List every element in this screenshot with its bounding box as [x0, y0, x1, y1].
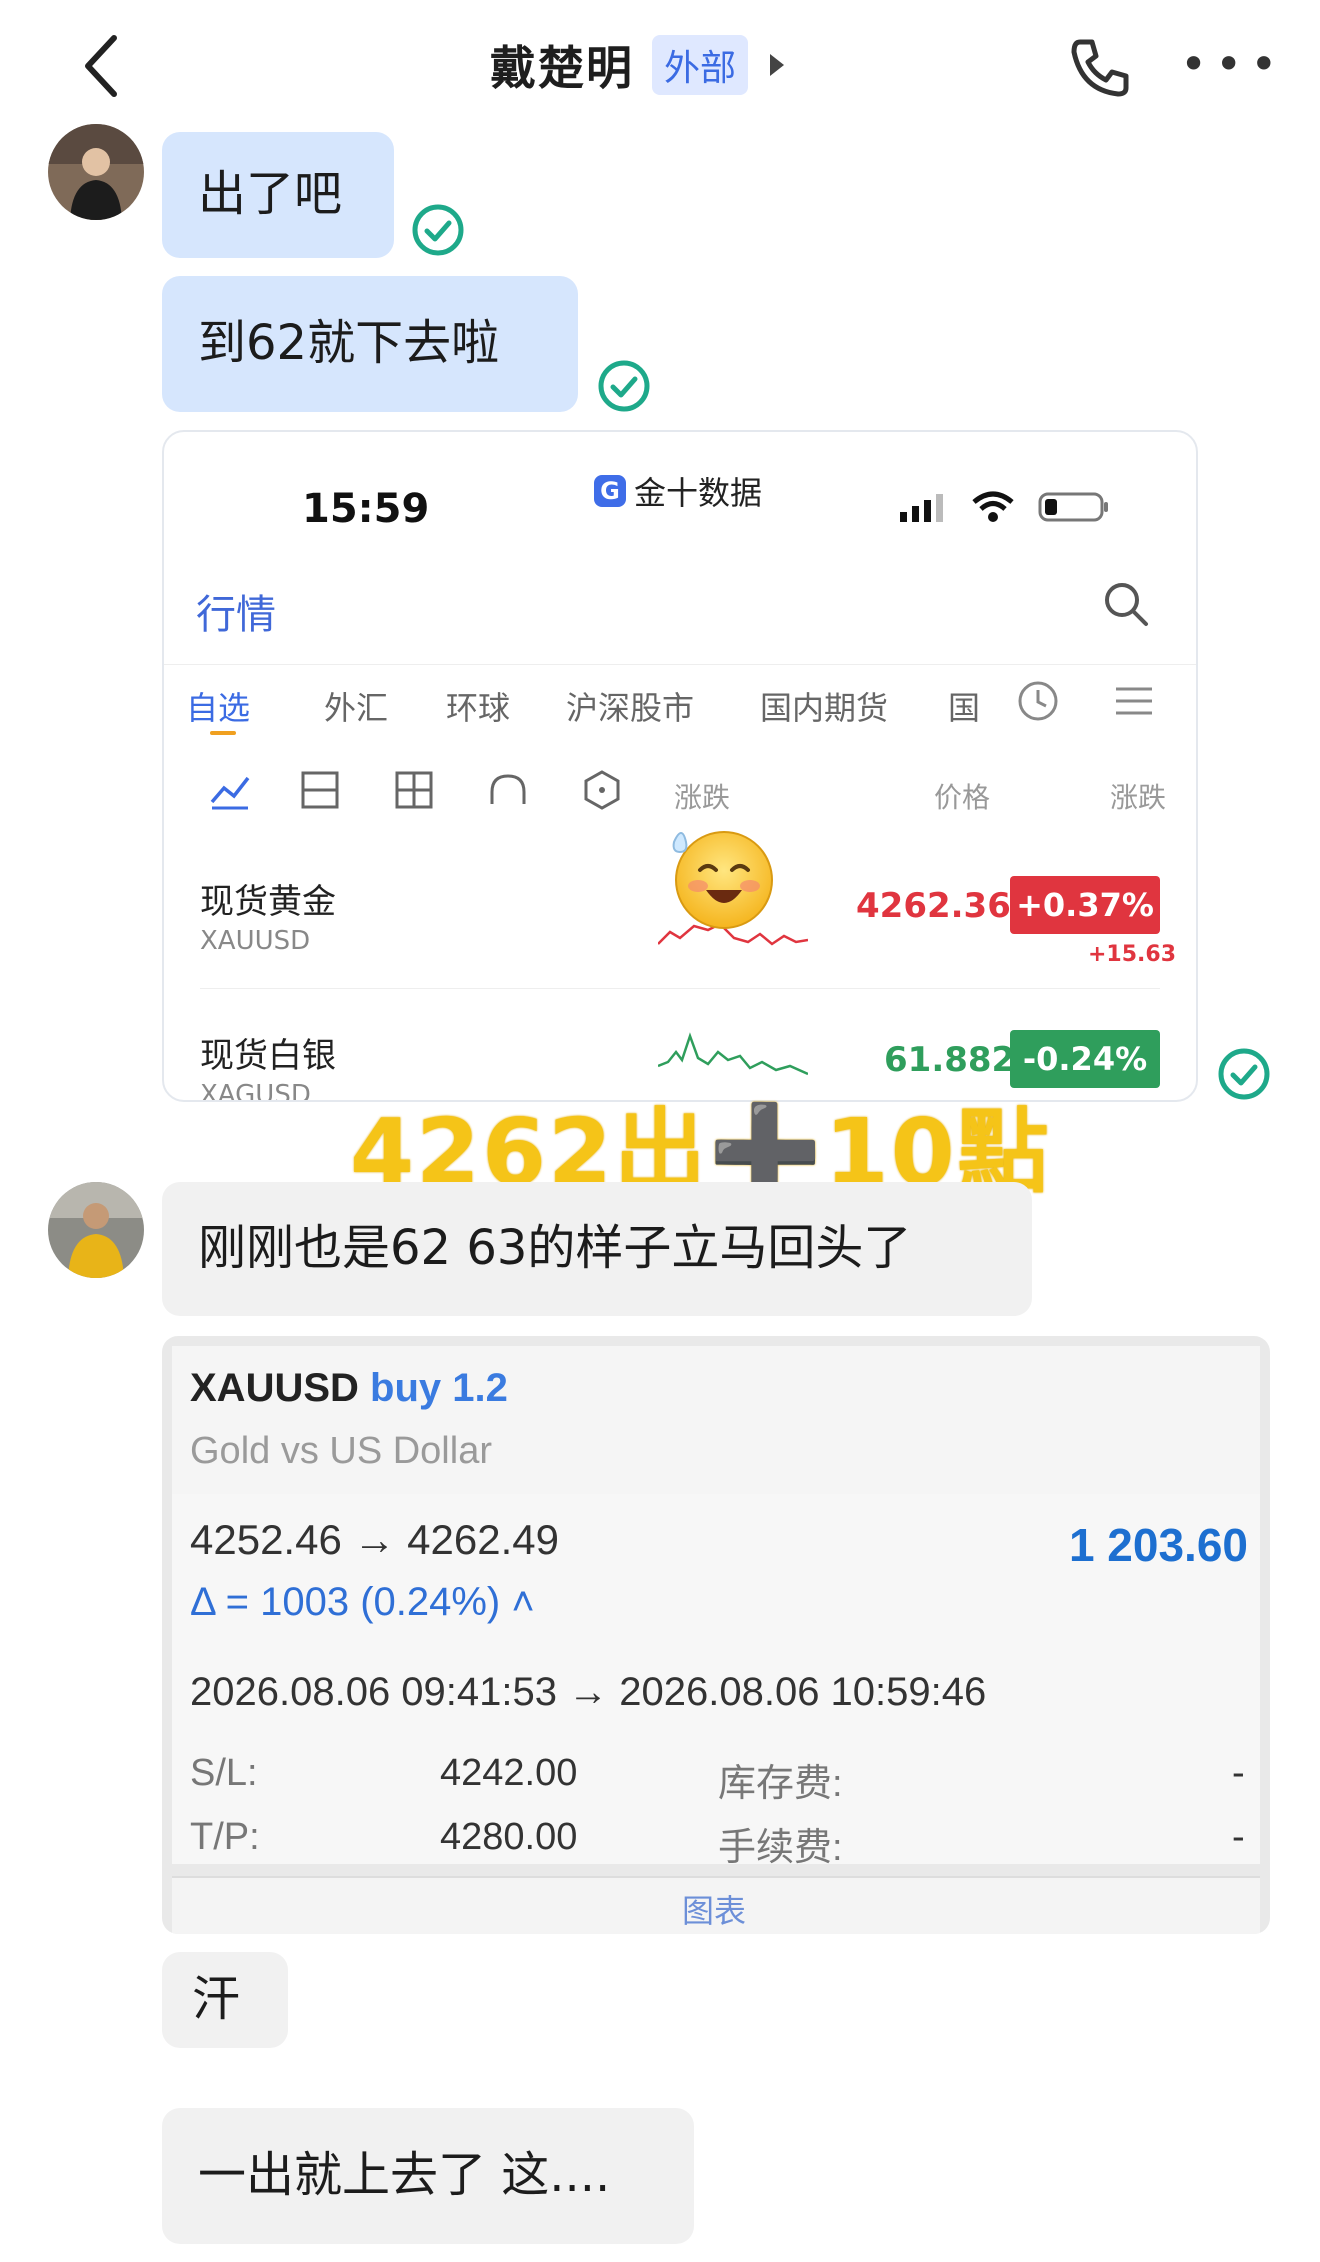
status-time: 15:59 — [302, 486, 430, 532]
column-header-change-pct: 涨跌 — [1110, 781, 1167, 814]
trade-side: buy 1.2 — [370, 1366, 508, 1410]
message-bubble[interactable]: 出了吧 — [162, 132, 394, 258]
check-circle-icon — [412, 204, 464, 256]
read-receipt — [596, 358, 652, 414]
change-amount: +15.63 — [1088, 942, 1177, 967]
chevron-left-icon — [85, 35, 117, 97]
read-receipt — [410, 202, 466, 258]
message-text: 刚刚也是62 63的样子立马回头了 — [198, 1220, 912, 1277]
line-chart-icon[interactable] — [208, 768, 252, 812]
tab-more-markets[interactable]: 国 — [948, 683, 980, 729]
tab-forex[interactable]: 外汇 — [324, 683, 388, 729]
quote-name: 现货黄金 — [200, 882, 336, 922]
trade-profit: 1 203.60 — [1068, 1519, 1248, 1571]
tab-global[interactable]: 环球 — [446, 683, 510, 729]
quote-name: 现货白银 — [200, 1036, 336, 1076]
caret-right-icon — [770, 54, 785, 76]
message-bubble[interactable]: 刚刚也是62 63的样子立马回头了 — [162, 1182, 1032, 1316]
row-divider — [200, 988, 1160, 989]
app-logo-icon: G — [594, 475, 626, 507]
message-text: 到62就下去啦 — [198, 315, 500, 372]
message-text: 汗 — [192, 1971, 241, 2028]
message-bubble[interactable]: 汗 — [162, 1952, 288, 2048]
message-bubble[interactable]: 一出就上去了 这.... — [162, 2108, 694, 2244]
image-message-trade-screenshot[interactable]: XAUUSD buy 1.2 Gold vs US Dollar 4252.46… — [162, 1336, 1270, 1934]
tab-favorites[interactable]: 自选 — [186, 683, 250, 735]
wifi-icon — [972, 491, 1014, 522]
trade-symbol-line: XAUUSD buy 1.2 — [190, 1366, 508, 1411]
headset-icon[interactable] — [486, 768, 530, 812]
message-bubble[interactable]: 到62就下去啦 — [162, 276, 578, 412]
chart-link[interactable]: 图表 — [682, 1886, 746, 1932]
message-text: 一出就上去了 这.... — [198, 2147, 611, 2204]
person-avatar-icon — [48, 124, 144, 220]
check-circle-icon — [1218, 1048, 1270, 1100]
sl-value: 4242.00 — [440, 1752, 578, 1794]
check-circle-icon — [598, 360, 650, 412]
grid-view-icon[interactable] — [392, 768, 436, 812]
trade-prices: 4252.46 → 4262.49 — [190, 1516, 559, 1563]
menu-icon[interactable] — [1114, 683, 1154, 719]
status-icons — [898, 490, 1110, 524]
tab-a-shares[interactable]: 沪深股市 — [566, 683, 694, 729]
trade-footer: 图表 — [172, 1876, 1260, 1934]
column-header-price: 价格 — [934, 781, 991, 814]
person-avatar-icon — [48, 1182, 144, 1278]
more-dots-icon: ••• — [1180, 37, 1286, 91]
read-receipt — [1216, 1046, 1272, 1102]
tp-label: T/P: — [190, 1816, 260, 1858]
battery-icon — [1038, 492, 1108, 522]
message-text: 出了吧 — [198, 166, 343, 223]
chat-title: 戴楚明 — [490, 41, 634, 95]
trade-details: 4252.46 → 4262.49 1 203.60 Δ = 1003 (0.2… — [172, 1494, 1260, 1869]
status-app-label: G 金十数据 — [594, 468, 762, 514]
column-header-change: 涨跌 — [674, 781, 731, 814]
market-tabs: 自选 外汇 环球 沪深股市 国内期货 国 — [164, 664, 1196, 744]
status-app-name: 金十数据 — [634, 474, 763, 512]
image-message-quote-screenshot[interactable]: 15:59 G 金十数据 行情 自选 外汇 环球 沪深股市 国内期货 国 涨跌 … — [162, 430, 1198, 1102]
swap-label: 库存费: — [718, 1763, 843, 1805]
quote-code: XAGUSD — [200, 1080, 311, 1102]
trade-times: 2026.08.06 09:41:53 → 2026.08.06 10:59:4… — [190, 1670, 987, 1714]
more-button[interactable]: ••• — [1180, 34, 1280, 94]
hexagon-icon[interactable] — [580, 768, 624, 812]
external-tag: 外部 — [652, 35, 749, 95]
clock-icon[interactable] — [1016, 679, 1060, 723]
phone-icon — [1071, 39, 1129, 97]
sl-label: S/L: — [190, 1752, 258, 1794]
change-badge: +0.37% — [1010, 876, 1160, 934]
fee-value: - — [1232, 1816, 1245, 1858]
chat-header: 戴楚明 外部 ••• — [0, 0, 1320, 130]
trade-header: XAUUSD buy 1.2 Gold vs US Dollar — [172, 1346, 1260, 1494]
chat-title-group[interactable]: 戴楚明 外部 — [490, 30, 788, 100]
phone-button[interactable] — [1060, 32, 1140, 102]
search-icon[interactable] — [1102, 580, 1150, 628]
trade-description: Gold vs US Dollar — [190, 1430, 492, 1472]
signal-icon — [900, 494, 943, 522]
swap-value: - — [1232, 1752, 1245, 1794]
back-button[interactable] — [70, 28, 140, 104]
quote-price: 61.882 — [884, 1040, 1016, 1080]
section-title: 行情 — [196, 592, 276, 638]
tp-value: 4280.00 — [440, 1816, 578, 1858]
fee-label: 手续费: — [718, 1827, 843, 1869]
trade-symbol: XAUUSD — [190, 1366, 359, 1410]
sweat-smile-emoji-icon — [672, 831, 773, 929]
quote-code: XAUUSD — [200, 926, 311, 956]
avatar-contact[interactable] — [48, 124, 144, 220]
quote-price: 4262.36 — [856, 886, 1011, 926]
tab-futures[interactable]: 国内期货 — [760, 683, 888, 729]
trade-delta: Δ = 1003 (0.24%) ˄ — [190, 1580, 535, 1624]
list-view-icon[interactable] — [298, 768, 342, 812]
avatar-contact[interactable] — [48, 1182, 144, 1278]
